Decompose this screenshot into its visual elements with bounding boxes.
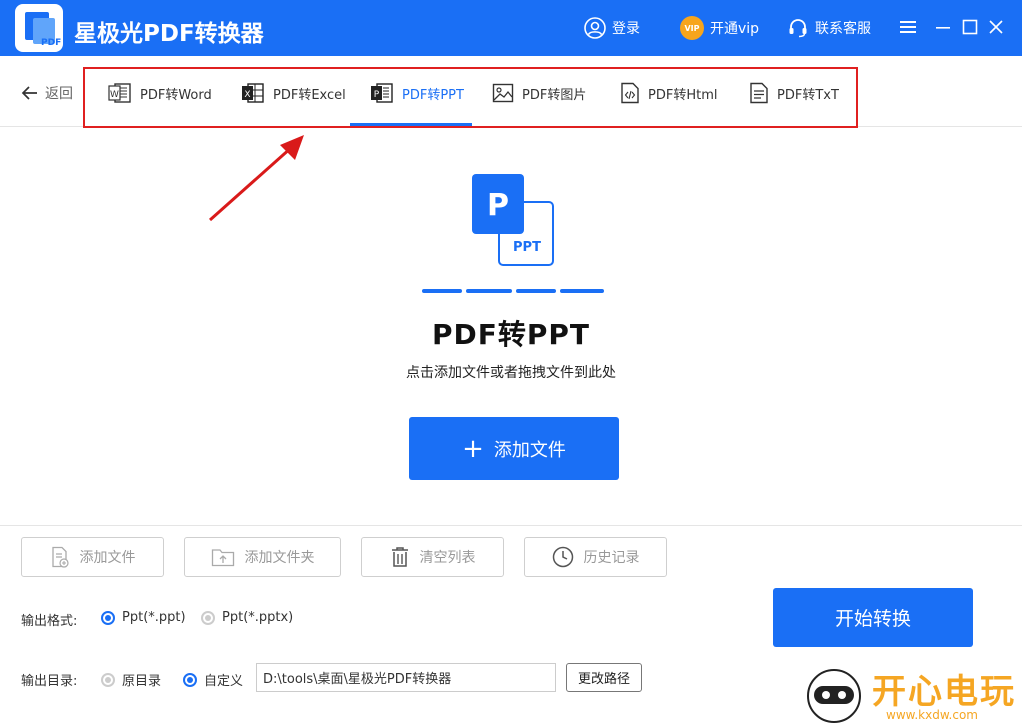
add-folder-label: 添加文件夹 (244, 550, 315, 566)
watermark-url: www.kxdw.com (886, 708, 978, 722)
title-bar: PDF 星极光PDF转换器 登录 VIP 开通vip 联系客服 (0, 0, 1022, 56)
divider (0, 525, 1022, 526)
plus-icon: + (462, 433, 484, 464)
format-option-ppt[interactable]: Ppt(*.ppt) (101, 610, 186, 625)
menu-icon[interactable] (897, 16, 919, 38)
vip-label: 开通vip (710, 21, 760, 37)
svg-text:PPT: PPT (513, 240, 541, 255)
gamepad-mascot-icon (807, 669, 861, 723)
ppt-file-icon: P PPT (472, 174, 554, 266)
support-label: 联系客服 (815, 21, 871, 37)
history-button[interactable]: 历史记录 (524, 537, 667, 577)
app-title: 星极光PDF转换器 (74, 21, 264, 47)
clock-icon (552, 546, 573, 568)
trash-icon (391, 547, 408, 567)
radio-unselected-icon (201, 610, 215, 625)
dir-option-label: 原目录 (122, 674, 162, 689)
close-icon[interactable] (985, 16, 1007, 38)
folder-upload-icon (211, 549, 234, 567)
annotation-arrow (209, 135, 304, 222)
radio-unselected-icon (101, 672, 115, 687)
format-option-label: Ppt(*.pptx) (222, 610, 294, 625)
conversion-tab-bar: 返回 W PDF转Word X PDF转Excel P PDF转PPT PDF转… (0, 57, 1022, 128)
start-convert-button[interactable]: 开始转换 (773, 588, 973, 647)
dir-option-custom[interactable]: 自定义 (183, 670, 243, 689)
add-file-icon (51, 546, 69, 568)
highlight-annotation-box (83, 67, 858, 128)
user-icon (584, 17, 606, 39)
site-watermark: 开心电玩 www.kxdw.com (800, 664, 1022, 724)
radio-selected-icon (101, 610, 115, 625)
add-folder-button[interactable]: 添加文件夹 (184, 537, 341, 577)
output-dir-label: 输出目录: (21, 674, 78, 689)
hero-title: PDF转PPT (431, 318, 591, 351)
history-label: 历史记录 (583, 550, 640, 566)
add-file-label: 添加文件 (493, 439, 566, 461)
format-option-pptx[interactable]: Ppt(*.pptx) (201, 610, 293, 625)
support-button[interactable]: 联系客服 (787, 16, 871, 40)
add-file-toolbar-label: 添加文件 (79, 550, 136, 566)
output-format-label: 输出格式: (21, 614, 78, 629)
add-file-button[interactable]: + 添加文件 (409, 417, 619, 480)
dir-option-label: 自定义 (204, 674, 244, 689)
drop-hint: 点击添加文件或者拖拽文件到此处 (406, 365, 616, 381)
vip-badge-icon: VIP (680, 16, 704, 40)
clear-list-button[interactable]: 清空列表 (361, 537, 504, 577)
svg-text:P: P (487, 188, 509, 223)
radio-selected-icon (183, 672, 197, 687)
maximize-icon[interactable] (959, 16, 981, 38)
vip-button[interactable]: VIP 开通vip (680, 16, 759, 40)
headset-icon (789, 19, 807, 38)
login-label: 登录 (612, 21, 640, 37)
back-label: 返回 (45, 86, 73, 102)
watermark-text: 开心电玩 (872, 672, 1016, 712)
change-path-button[interactable]: 更改路径 (566, 663, 642, 692)
app-logo: PDF (15, 4, 63, 52)
format-option-label: Ppt(*.ppt) (122, 610, 186, 625)
clear-list-label: 清空列表 (419, 550, 476, 566)
add-file-toolbar-button[interactable]: 添加文件 (21, 537, 164, 577)
back-button[interactable]: 返回 (20, 83, 73, 103)
minimize-icon[interactable] (932, 16, 954, 38)
dir-option-original[interactable]: 原目录 (101, 670, 161, 689)
arrow-left-icon (21, 86, 37, 100)
output-path-field[interactable]: D:\tools\桌面\星极光PDF转换器 (256, 663, 556, 692)
login-button[interactable]: 登录 (584, 16, 640, 40)
